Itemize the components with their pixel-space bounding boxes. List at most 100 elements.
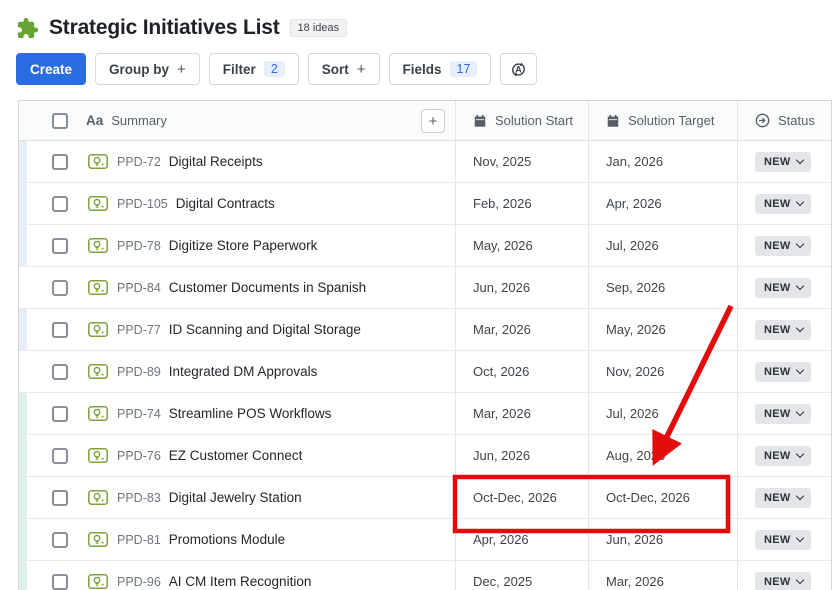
select-all-checkbox[interactable]	[52, 113, 68, 129]
status-dropdown[interactable]: NEW	[755, 572, 811, 590]
table-header-row: Aa Summary + Solution Start Solution T	[19, 101, 831, 141]
sort-button[interactable]: Sort +	[308, 53, 380, 85]
solution-start-cell[interactable]: Apr, 2026	[455, 519, 588, 560]
summary-cell: PPD-81 Promotions Module	[19, 519, 455, 560]
table-row: PPD-83 Digital Jewelry Station Oct-Dec, …	[19, 477, 831, 519]
row-checkbox[interactable]	[52, 238, 68, 254]
status-dropdown[interactable]: NEW	[755, 278, 811, 298]
row-color-stripe	[19, 309, 27, 350]
status-dropdown[interactable]: NEW	[755, 152, 811, 172]
solution-start-cell[interactable]: Oct, 2026	[455, 351, 588, 392]
sort-label: Sort	[322, 62, 349, 77]
solution-start-cell[interactable]: Jun, 2026	[455, 435, 588, 476]
summary-cell: PPD-89 Integrated DM Approvals	[19, 351, 455, 392]
solution-target-cell[interactable]: Nov, 2026	[588, 351, 737, 392]
filter-label: Filter	[223, 62, 256, 77]
idea-summary-link[interactable]: Customer Documents in Spanish	[169, 280, 366, 295]
sort-alphabetical-button[interactable]: A	[500, 53, 537, 85]
summary-cell: PPD-96 AI CM Item Recognition	[19, 561, 455, 590]
chevron-down-icon	[795, 534, 803, 542]
add-column-button[interactable]: +	[421, 109, 445, 133]
solution-start-cell[interactable]: Feb, 2026	[455, 183, 588, 224]
row-checkbox[interactable]	[52, 406, 68, 422]
status-column-header[interactable]: Status	[737, 101, 831, 140]
solution-target-cell[interactable]: Jan, 2026	[588, 141, 737, 182]
solution-start-cell[interactable]: May, 2026	[455, 225, 588, 266]
row-color-stripe	[19, 141, 27, 182]
status-cell: NEW	[737, 141, 831, 182]
solution-target-cell[interactable]: Jul, 2026	[588, 225, 737, 266]
status-label: NEW	[764, 324, 791, 336]
idea-lightbulb-icon	[88, 406, 108, 421]
row-checkbox[interactable]	[52, 448, 68, 464]
status-label: NEW	[764, 240, 791, 252]
idea-summary-link[interactable]: Digital Jewelry Station	[169, 490, 302, 505]
fields-label: Fields	[403, 62, 442, 77]
status-cell: NEW	[737, 477, 831, 518]
idea-id: PPD-78	[117, 239, 161, 253]
solution-start-cell[interactable]: Oct-Dec, 2026	[455, 477, 588, 518]
idea-summary-link[interactable]: Promotions Module	[169, 532, 285, 547]
solution-target-cell[interactable]: Mar, 2026	[588, 561, 737, 590]
status-dropdown[interactable]: NEW	[755, 404, 811, 424]
idea-summary-link[interactable]: EZ Customer Connect	[169, 448, 303, 463]
solution-start-column-header[interactable]: Solution Start	[455, 101, 588, 140]
table-row: PPD-84 Customer Documents in Spanish Jun…	[19, 267, 831, 309]
chevron-down-icon	[795, 324, 803, 332]
idea-lightbulb-icon	[88, 238, 108, 253]
status-dropdown[interactable]: NEW	[755, 488, 811, 508]
chevron-down-icon	[795, 492, 803, 500]
solution-target-cell[interactable]: Oct-Dec, 2026	[588, 477, 737, 518]
idea-id: PPD-96	[117, 575, 161, 589]
fields-count-badge: 17	[450, 61, 478, 77]
table-row: PPD-78 Digitize Store Paperwork May, 202…	[19, 225, 831, 267]
solution-target-cell[interactable]: Jul, 2026	[588, 393, 737, 434]
row-checkbox[interactable]	[52, 532, 68, 548]
solution-target-cell[interactable]: Sep, 2026	[588, 267, 737, 308]
status-dropdown[interactable]: NEW	[755, 530, 811, 550]
fields-button[interactable]: Fields 17	[389, 53, 492, 85]
status-label: NEW	[764, 534, 791, 546]
idea-summary-link[interactable]: Digitize Store Paperwork	[169, 238, 318, 253]
status-dropdown[interactable]: NEW	[755, 194, 811, 214]
status-label: NEW	[764, 492, 791, 504]
idea-summary-link[interactable]: Digital Receipts	[169, 154, 263, 169]
solution-start-cell[interactable]: Mar, 2026	[455, 309, 588, 350]
group-by-button[interactable]: Group by +	[95, 53, 200, 85]
row-checkbox[interactable]	[52, 196, 68, 212]
solution-start-cell[interactable]: Mar, 2026	[455, 393, 588, 434]
summary-column-header[interactable]: Aa Summary +	[19, 101, 455, 140]
solution-target-cell[interactable]: Apr, 2026	[588, 183, 737, 224]
solution-target-cell[interactable]: Aug, 2026	[588, 435, 737, 476]
solution-target-cell[interactable]: May, 2026	[588, 309, 737, 350]
create-button[interactable]: Create	[16, 53, 86, 85]
status-dropdown[interactable]: NEW	[755, 320, 811, 340]
idea-summary-link[interactable]: Integrated DM Approvals	[169, 364, 318, 379]
table-row: PPD-72 Digital Receipts Nov, 2025 Jan, 2…	[19, 141, 831, 183]
idea-summary-link[interactable]: AI CM Item Recognition	[169, 574, 312, 589]
solution-start-cell[interactable]: Jun, 2026	[455, 267, 588, 308]
status-cell: NEW	[737, 267, 831, 308]
solution-target-column-header[interactable]: Solution Target	[588, 101, 737, 140]
status-dropdown[interactable]: NEW	[755, 362, 811, 382]
status-dropdown[interactable]: NEW	[755, 446, 811, 466]
idea-summary-link[interactable]: Streamline POS Workflows	[169, 406, 332, 421]
status-dropdown[interactable]: NEW	[755, 236, 811, 256]
idea-summary-link[interactable]: ID Scanning and Digital Storage	[169, 322, 361, 337]
row-color-stripe	[19, 519, 27, 560]
group-by-label: Group by	[109, 62, 169, 77]
row-checkbox[interactable]	[52, 364, 68, 380]
row-checkbox[interactable]	[52, 322, 68, 338]
solution-target-cell[interactable]: Jun, 2026	[588, 519, 737, 560]
filter-count-badge: 2	[264, 61, 285, 77]
row-checkbox[interactable]	[52, 154, 68, 170]
status-cell: NEW	[737, 309, 831, 350]
row-checkbox[interactable]	[52, 574, 68, 590]
solution-start-cell[interactable]: Dec, 2025	[455, 561, 588, 590]
row-checkbox[interactable]	[52, 490, 68, 506]
idea-summary-link[interactable]: Digital Contracts	[176, 196, 275, 211]
solution-start-column-label: Solution Start	[495, 113, 573, 128]
filter-button[interactable]: Filter 2	[209, 53, 299, 85]
solution-start-cell[interactable]: Nov, 2025	[455, 141, 588, 182]
row-checkbox[interactable]	[52, 280, 68, 296]
